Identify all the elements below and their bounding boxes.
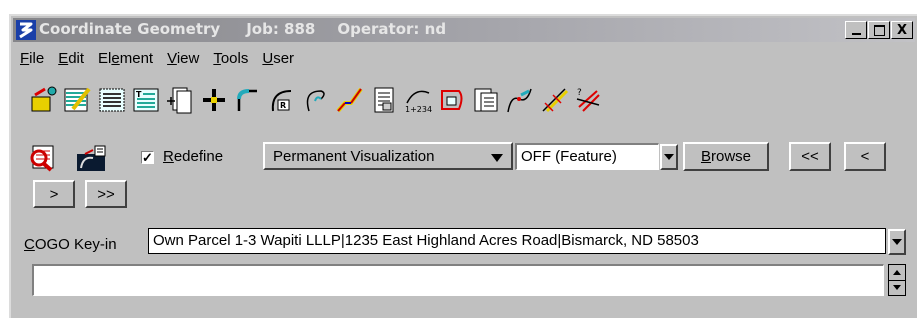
close-button[interactable]: X: [891, 21, 913, 39]
store-list-icon: [99, 88, 125, 112]
chevron-down-icon: [892, 239, 902, 245]
minimize-button[interactable]: [845, 21, 867, 39]
keyin-label: COGO Key-in: [24, 236, 117, 253]
redefine-checkbox[interactable]: ✓: [141, 151, 154, 164]
offset-line-icon: [542, 88, 569, 113]
document-icon: [374, 87, 394, 113]
next-record-label: >: [49, 185, 59, 203]
cogo-keyin-input[interactable]: Own Parcel 1-3 Wapiti LLLP|1235 East Hig…: [148, 228, 886, 254]
menu-edit[interactable]: Edit: [51, 48, 91, 70]
intersect-icon: ?: [576, 88, 600, 112]
menu-bar: File Edit Element View Tools User: [13, 48, 301, 70]
offset-line-button[interactable]: [537, 82, 571, 118]
arrow-up-icon: [893, 270, 901, 275]
scroll-down-button[interactable]: [889, 280, 905, 295]
chevron-down-icon: [491, 154, 503, 162]
document-button[interactable]: [367, 82, 401, 118]
previous-record-button[interactable]: <: [844, 142, 886, 171]
feature-value: OFF (Feature): [521, 148, 617, 165]
maximize-icon: [873, 24, 885, 36]
app-title: Coordinate Geometry: [39, 20, 221, 38]
store-list-button[interactable]: [95, 82, 129, 118]
feature-dropdown-button[interactable]: [660, 144, 678, 170]
last-record-button[interactable]: >>: [85, 180, 127, 208]
curve-arc-button[interactable]: [231, 82, 265, 118]
last-record-label: >>: [97, 185, 115, 203]
next-record-button[interactable]: >: [33, 180, 75, 208]
route-curve-button[interactable]: [503, 82, 537, 118]
visualization-value: Permanent Visualization: [273, 147, 435, 165]
arrow-down-icon: [893, 285, 901, 290]
open-job-icon: [31, 86, 57, 112]
station-1234-icon: 1+234: [405, 90, 432, 114]
main-toolbar: T R 1+234 ?: [27, 82, 605, 118]
first-record-label: <<: [801, 148, 819, 165]
browse-label: Browse: [700, 148, 752, 165]
menu-view[interactable]: View: [160, 48, 206, 70]
redefine-label: Redefine: [163, 148, 224, 165]
job-label: Job: 888: [246, 20, 316, 38]
maximize-button[interactable]: [868, 21, 890, 39]
menu-user[interactable]: User: [255, 48, 301, 70]
station-button[interactable]: 1+234: [401, 82, 435, 118]
keyin-dropdown-button[interactable]: [888, 229, 906, 255]
radius-curve-button[interactable]: R: [265, 82, 299, 118]
zoom-visualization-icon[interactable]: [27, 144, 59, 172]
message-scroll-spinner[interactable]: [888, 264, 906, 296]
browse-button[interactable]: Browse: [683, 142, 769, 171]
menu-tools[interactable]: Tools: [206, 48, 255, 70]
copy-element-button[interactable]: [163, 82, 197, 118]
minimize-icon: [851, 33, 861, 35]
parcel-button[interactable]: [435, 82, 469, 118]
route-curve-icon: [507, 88, 532, 113]
radius-curve-icon: R: [271, 90, 292, 112]
title-bar[interactable]: Coordinate Geometry Job: 888 Operator: nd …: [13, 18, 915, 42]
chain-icon: [336, 87, 363, 113]
edit-job-icon: [64, 87, 91, 112]
report-icon: [474, 88, 498, 112]
spiral-curve-button[interactable]: [299, 82, 333, 118]
cogo-window: Coordinate Geometry Job: 888 Operator: nd …: [9, 14, 917, 318]
svg-text:?: ?: [577, 88, 582, 98]
curve-arc-icon: [237, 89, 257, 111]
redefine-icon[interactable]: [75, 144, 109, 172]
text-list-button[interactable]: T: [129, 82, 163, 118]
parcel-icon: [441, 90, 463, 110]
first-record-button[interactable]: <<: [789, 142, 831, 171]
message-field[interactable]: [32, 264, 884, 296]
intersect-button[interactable]: ?: [571, 82, 605, 118]
text-list-icon: T: [133, 88, 159, 112]
feature-select[interactable]: OFF (Feature): [515, 143, 659, 170]
window-title: Coordinate Geometry Job: 888 Operator: nd: [39, 20, 446, 38]
menu-element[interactable]: Element: [91, 48, 160, 70]
operator-label: Operator: nd: [337, 20, 447, 38]
previous-record-label: <: [860, 148, 870, 165]
menu-file[interactable]: File: [13, 48, 51, 70]
chevron-down-icon: [664, 154, 674, 160]
app-logo-icon: [16, 20, 36, 40]
svg-text:1+234: 1+234: [405, 105, 432, 114]
scroll-up-button[interactable]: [889, 265, 905, 281]
report-button[interactable]: [469, 82, 503, 118]
close-icon: X: [896, 22, 908, 38]
copy-element-icon: [167, 87, 192, 114]
svg-text:R: R: [280, 101, 286, 110]
locate-point-button[interactable]: [197, 82, 231, 118]
spiral-curve-icon: [306, 90, 325, 112]
chain-button[interactable]: [333, 82, 367, 118]
edit-job-button[interactable]: [61, 82, 95, 118]
visualization-dropdown[interactable]: Permanent Visualization: [263, 142, 513, 170]
locate-point-icon: [203, 89, 225, 111]
open-job-button[interactable]: [27, 82, 61, 118]
svg-text:T: T: [136, 90, 142, 99]
